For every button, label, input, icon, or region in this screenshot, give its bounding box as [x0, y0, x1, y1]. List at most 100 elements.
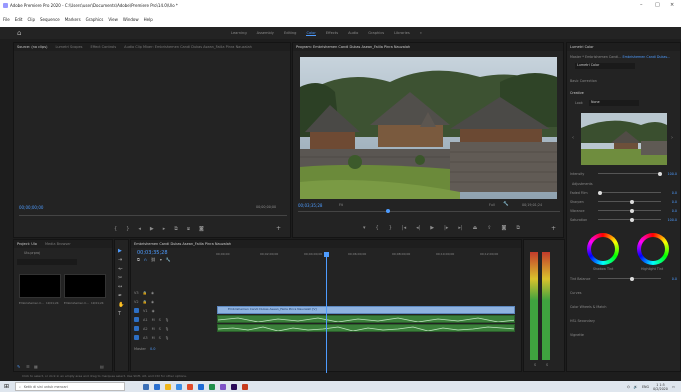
saturation-slider[interactable]	[629, 217, 634, 222]
eye-icon[interactable]: ◉	[151, 291, 154, 295]
volume-icon[interactable]: 🔊	[634, 385, 638, 389]
solo-button[interactable]: S	[159, 327, 161, 331]
mute-button[interactable]: M	[152, 327, 155, 331]
mark-in-icon[interactable]: {	[114, 226, 117, 232]
slip-tool-icon[interactable]: ↔	[118, 284, 124, 290]
active-clip-label[interactable]: Embrishemen Candi Dukas...	[623, 55, 671, 59]
menu-view[interactable]: View	[108, 17, 118, 22]
minimize-button[interactable]: –	[640, 2, 643, 8]
menu-file[interactable]: File	[3, 17, 10, 22]
add-marker-icon[interactable]: ▾	[363, 225, 366, 231]
meter-solo-left[interactable]: S	[534, 363, 536, 367]
play-icon[interactable]: ▶	[150, 226, 154, 232]
tint-balance-slider[interactable]	[629, 276, 634, 281]
adjustments-label[interactable]: Adjustments	[572, 182, 593, 186]
mark-out-icon[interactable]: }	[389, 225, 392, 231]
source-patch-a2[interactable]	[134, 326, 139, 331]
network-icon[interactable]: ⌬	[627, 385, 630, 389]
workspace-editing[interactable]: Editing	[284, 31, 297, 36]
tab-project[interactable]: Project: Ulo	[17, 242, 37, 246]
mic-icon[interactable]: 🎙	[165, 336, 169, 340]
workspace-effects[interactable]: Effects	[326, 31, 338, 36]
project-search-input[interactable]	[17, 259, 77, 265]
add-button-icon[interactable]: +	[551, 225, 556, 232]
notification-icon[interactable]: ▭	[672, 385, 675, 389]
lock-icon[interactable]: 🔒	[143, 291, 147, 295]
step-forward-icon[interactable]: ▸	[163, 226, 166, 232]
razor-tool-icon[interactable]: ✂	[118, 275, 124, 281]
source-patch-a3[interactable]	[134, 335, 139, 340]
track-select-tool-icon[interactable]: ⇥	[118, 257, 124, 263]
tab-source[interactable]: Source: (no clips)	[17, 45, 47, 49]
camera-icon[interactable]: ◙	[199, 226, 204, 232]
store-icon[interactable]	[176, 383, 183, 390]
close-button[interactable]: ×	[670, 2, 674, 8]
source-timecode[interactable]: 00;00;00;00	[19, 205, 43, 210]
timeline-playhead-handle[interactable]	[324, 252, 329, 257]
workspace-audio[interactable]: Audio	[348, 31, 358, 36]
program-scrubber[interactable]	[298, 211, 560, 212]
tint-balance-value[interactable]: 0.0	[665, 277, 677, 281]
new-item-icon[interactable]: ▤	[100, 364, 104, 369]
pen-tool-icon[interactable]: ✒	[118, 293, 124, 299]
tab-effect-controls[interactable]: Effect Controls	[91, 45, 117, 49]
program-timecode[interactable]: 00;03;35;28	[298, 203, 322, 208]
section-curves[interactable]: Curves	[570, 291, 581, 295]
timeline-playhead[interactable]	[326, 252, 327, 373]
excel-icon[interactable]	[209, 383, 216, 390]
language-indicator[interactable]: ENG	[642, 385, 649, 389]
lock-icon[interactable]: ✎	[17, 364, 20, 369]
workspace-learning[interactable]: Learning	[231, 31, 247, 36]
step-forward-icon[interactable]: |▸	[444, 225, 448, 231]
extract-icon[interactable]: ⇪	[487, 225, 491, 231]
step-back-icon[interactable]: ◂	[138, 226, 141, 232]
highlight-tint-wheel[interactable]	[637, 233, 669, 265]
mark-in-icon[interactable]: {	[376, 225, 379, 231]
shadow-tint-wheel[interactable]	[587, 233, 619, 265]
section-color-wheels[interactable]: Color Wheels & Match	[570, 305, 606, 309]
menu-edit[interactable]: Edit	[15, 17, 23, 22]
vibrance-slider[interactable]	[629, 208, 634, 213]
app-icon[interactable]	[242, 383, 249, 390]
add-marker-icon[interactable]: ▾	[160, 257, 162, 262]
vibrance-value[interactable]: 0.0	[665, 209, 677, 213]
resolution-dropdown[interactable]: Full	[489, 203, 495, 207]
menu-clip[interactable]: Clip	[27, 17, 35, 22]
menu-graphics[interactable]: Graphics	[86, 17, 104, 22]
camera-icon[interactable]: ◙	[502, 225, 507, 231]
step-back-icon[interactable]: ◂|	[416, 225, 420, 231]
look-prev-icon[interactable]: ‹	[572, 135, 574, 141]
tab-audio-clip-mixer[interactable]: Audio Clip Mixer: Embrishemen Candi Duka…	[124, 45, 252, 49]
look-next-icon[interactable]: ›	[671, 135, 673, 141]
project-item-thumbnail[interactable]	[64, 274, 106, 298]
source-patch-v1[interactable]	[134, 308, 139, 313]
sharpen-slider[interactable]	[629, 199, 634, 204]
hand-tool-icon[interactable]: ✋	[118, 302, 124, 308]
mute-button[interactable]: M	[152, 318, 155, 322]
workspace-more-icon[interactable]: »	[420, 31, 422, 36]
wrench-icon[interactable]: 🔧	[503, 202, 509, 207]
workspace-assembly[interactable]: Assembly	[257, 31, 274, 36]
windows-start-icon[interactable]: ⊞	[4, 383, 9, 390]
mark-out-icon[interactable]: }	[126, 226, 129, 232]
edge-icon[interactable]	[154, 383, 161, 390]
mic-icon[interactable]: 🎙	[165, 318, 169, 322]
file-explorer-icon[interactable]	[165, 383, 172, 390]
tab-program[interactable]: Program: Embrishemen Candi Dukas Asean_F…	[296, 45, 410, 49]
section-hsl-secondary[interactable]: HSL Secondary	[570, 319, 595, 323]
ripple-edit-tool-icon[interactable]: ⟛	[118, 266, 124, 272]
faded-film-slider[interactable]	[598, 190, 602, 195]
section-basic-correction[interactable]: Basic Correction	[570, 79, 597, 83]
source-scrubber[interactable]	[19, 215, 287, 216]
section-vignette[interactable]: Vignette	[570, 333, 584, 337]
sharpen-value[interactable]: 0.0	[665, 200, 677, 204]
maximize-button[interactable]: □	[655, 2, 660, 8]
selection-tool-icon[interactable]: ▶	[118, 248, 124, 254]
mic-icon[interactable]: 🎙	[165, 327, 169, 331]
eye-icon[interactable]: ◉	[152, 309, 155, 313]
menu-window[interactable]: Window	[123, 17, 139, 22]
workspace-color[interactable]: Color	[306, 31, 316, 36]
master-volume-value[interactable]: 0.0	[150, 347, 156, 351]
menu-help[interactable]: Help	[144, 17, 153, 22]
taskbar-search-input[interactable]: ⌕ Ketik di sini untuk mencari	[15, 382, 126, 391]
